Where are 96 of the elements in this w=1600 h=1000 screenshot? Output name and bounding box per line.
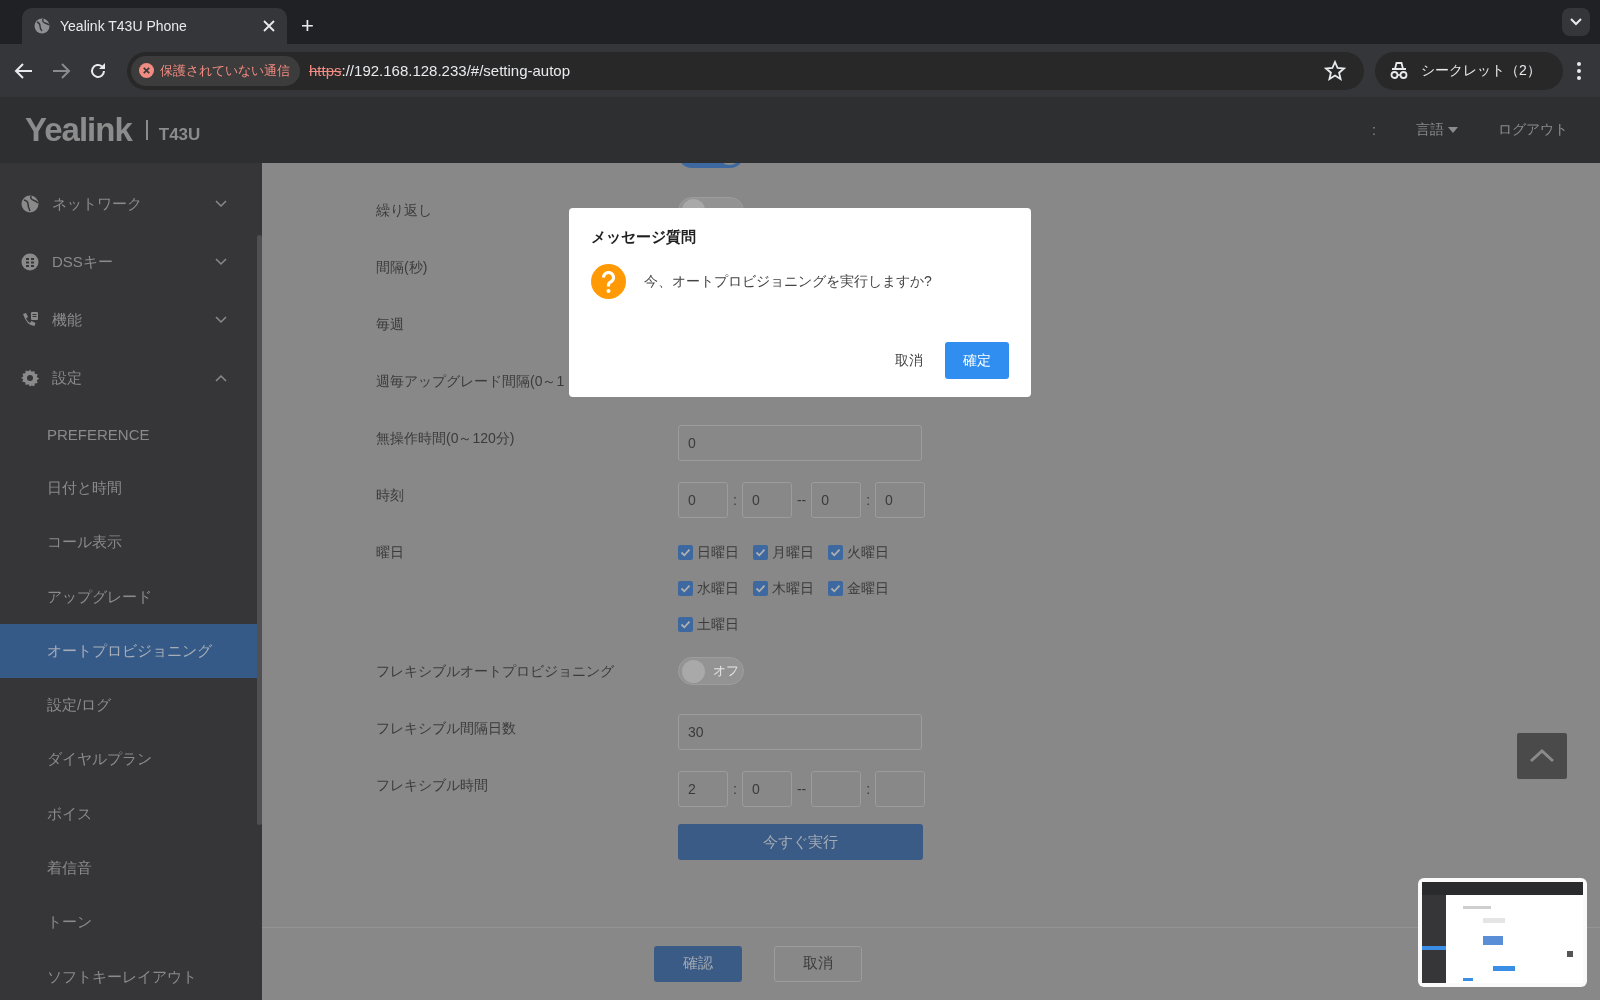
- back-icon[interactable]: [14, 60, 34, 81]
- nav-item[interactable]: オートプロビジョニング: [0, 624, 257, 679]
- field-label: 間隔(秒): [376, 258, 428, 277]
- time-field[interactable]: 0: [741, 771, 792, 807]
- checkbox-label: 木曜日: [772, 579, 814, 598]
- nav-item[interactable]: 日付と時間: [0, 461, 257, 516]
- incognito-icon: [1389, 61, 1409, 80]
- forward-icon[interactable]: [51, 60, 71, 81]
- checkbox-label: 金曜日: [847, 579, 889, 598]
- nav-item[interactable]: ソフトキーレイアウト: [0, 949, 257, 1000]
- star-icon[interactable]: [1324, 59, 1346, 82]
- checkbox-label: 水曜日: [697, 579, 739, 598]
- field-label: フレキシブルオートプロビジョニング: [376, 661, 614, 681]
- language-menu[interactable]: 言語: [1416, 121, 1458, 139]
- nav-item[interactable]: 着信音: [0, 841, 257, 896]
- field-label: 無操作時間(0～120分): [376, 429, 515, 448]
- dialog-message: 今、オートプロビジョニングを実行しますか?: [644, 272, 932, 291]
- nav-group[interactable]: ネットワーク: [0, 175, 257, 233]
- nav-group[interactable]: DSSキー: [0, 233, 257, 291]
- incognito-button[interactable]: シークレット（2）: [1375, 51, 1563, 90]
- separator-text: :: [865, 781, 872, 797]
- time-field[interactable]: 0: [741, 481, 792, 518]
- confirm-button[interactable]: 確認: [654, 945, 742, 982]
- more-icon[interactable]: [1576, 61, 1581, 80]
- brand-logo: Yealink: [25, 111, 132, 149]
- separator-text: :: [732, 781, 738, 797]
- checkbox[interactable]: [753, 545, 768, 560]
- nav-item[interactable]: PREFERENCE: [0, 407, 257, 462]
- input-field[interactable]: 30: [678, 714, 922, 750]
- checkbox-label: 土曜日: [697, 615, 739, 634]
- dialog-title: メッセージ質問: [591, 228, 697, 247]
- nav-group-label: 機能: [52, 310, 83, 330]
- separator-text: --: [795, 781, 808, 797]
- checkbox[interactable]: [678, 617, 693, 632]
- checkbox-label: 火曜日: [847, 543, 889, 562]
- nav-group-label: DSSキー: [52, 252, 114, 272]
- checkbox[interactable]: [828, 581, 843, 596]
- field-label: 週毎アップグレード間隔(0～1: [376, 372, 565, 391]
- nav-item[interactable]: アップグレード: [0, 569, 257, 625]
- nav-item[interactable]: トーン: [0, 895, 257, 950]
- time-field[interactable]: 0: [875, 481, 926, 518]
- model-name: T43U: [158, 125, 201, 145]
- checkbox-label: 月曜日: [772, 543, 814, 562]
- field-label: 曜日: [376, 543, 404, 562]
- input-field[interactable]: 0: [678, 424, 922, 461]
- nav-group-label: 設定: [52, 368, 83, 388]
- nav-group-label: ネットワーク: [52, 194, 143, 214]
- time-field[interactable]: 2: [678, 771, 728, 807]
- grid-icon: [21, 253, 39, 271]
- caret-icon: [1448, 127, 1458, 133]
- tab-search-button[interactable]: [1562, 8, 1590, 36]
- field-label: 毎週: [376, 315, 404, 334]
- globe-icon: [34, 18, 50, 34]
- chevron-down-icon: [1570, 18, 1582, 26]
- nav-group[interactable]: 設定: [0, 349, 257, 407]
- question-icon: [591, 264, 626, 299]
- close-icon[interactable]: [263, 20, 275, 32]
- browser-tab[interactable]: Yealink T43U Phone: [22, 8, 287, 44]
- error-icon: [139, 63, 154, 78]
- nav-item[interactable]: 設定/ログ: [0, 678, 257, 733]
- nav-item[interactable]: ボイス: [0, 787, 257, 842]
- phone-icon: [21, 311, 39, 329]
- colon-text: :: [1372, 122, 1376, 138]
- checkbox[interactable]: [828, 545, 843, 560]
- ok-button[interactable]: 確定: [945, 342, 1009, 379]
- globe-icon: [21, 195, 39, 213]
- separator-text: --: [795, 491, 808, 508]
- logout-link[interactable]: ログアウト: [1498, 121, 1568, 139]
- checkbox-label: 日曜日: [697, 543, 739, 562]
- tab-title: Yealink T43U Phone: [60, 18, 188, 34]
- nav-item[interactable]: コール表示: [0, 515, 257, 570]
- nav-group[interactable]: 機能: [0, 291, 257, 349]
- field-label: フレキシブル間隔日数: [376, 718, 516, 738]
- new-tab-button[interactable]: +: [295, 14, 320, 38]
- field-label: 時刻: [376, 486, 404, 505]
- address-bar[interactable]: 保護されていない通信 https://192.168.128.233/#/setting-autop: [127, 51, 1364, 90]
- chevron-up-icon: [1529, 749, 1555, 763]
- field-label: 繰り返し: [376, 201, 432, 220]
- toggle-switch[interactable]: オフ: [678, 657, 744, 685]
- cancel-button[interactable]: 取消: [774, 945, 862, 982]
- separator-text: :: [865, 491, 872, 508]
- checkbox[interactable]: [753, 581, 768, 596]
- time-field[interactable]: 0: [811, 481, 862, 518]
- scroll-top-button[interactable]: [1517, 733, 1567, 779]
- nav-item[interactable]: ダイヤルプラン: [0, 732, 257, 788]
- separator-text: :: [732, 491, 738, 508]
- security-chip[interactable]: 保護されていない通信: [131, 55, 300, 86]
- time-field[interactable]: 0: [678, 481, 728, 518]
- run-now-button[interactable]: 今すぐ実行: [678, 824, 923, 860]
- url-text: https://192.168.128.233/#/setting-autop: [309, 62, 572, 79]
- settings-icon: [21, 369, 39, 387]
- field-label: フレキシブル時間: [376, 775, 488, 795]
- checkbox[interactable]: [678, 545, 693, 560]
- cancel-button[interactable]: 取消: [895, 351, 923, 370]
- scrollbar[interactable]: [257, 235, 262, 825]
- checkbox[interactable]: [678, 581, 693, 596]
